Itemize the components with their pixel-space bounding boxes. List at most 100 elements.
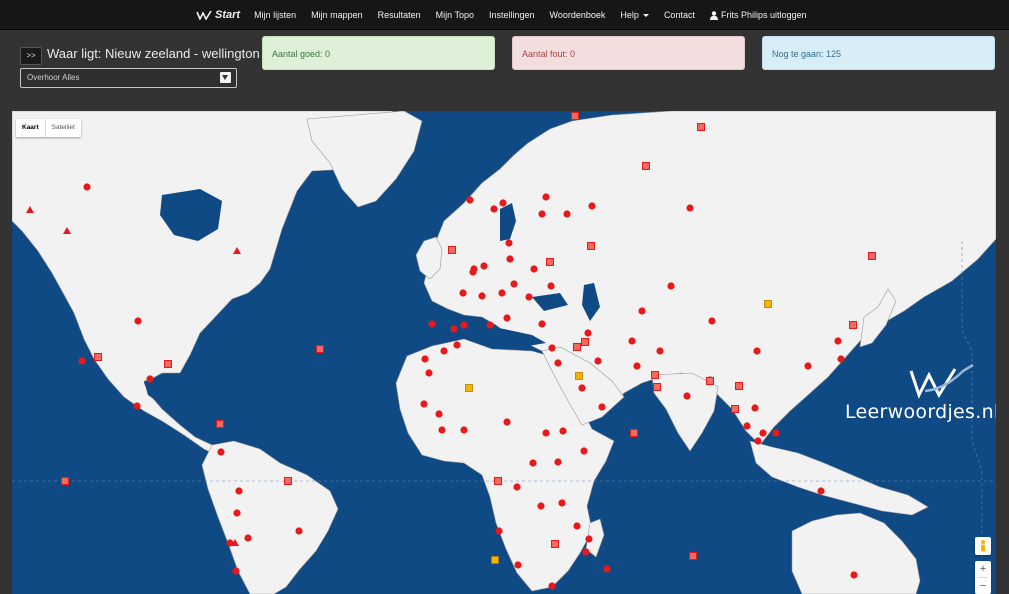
island-marker-square[interactable] (551, 540, 559, 548)
island-marker-square[interactable] (581, 338, 589, 346)
city-marker-dot[interactable] (499, 199, 507, 207)
island-marker-square[interactable] (849, 321, 857, 329)
pegman-icon[interactable] (975, 537, 991, 555)
city-marker-dot[interactable] (598, 403, 606, 411)
city-marker-dot[interactable] (505, 239, 513, 247)
city-marker-dot[interactable] (538, 210, 546, 218)
nav-woordenboek[interactable]: Woordenboek (550, 10, 606, 20)
city-marker-dot[interactable] (83, 183, 91, 191)
island-marker-square[interactable] (868, 252, 876, 260)
next-question-button[interactable]: >> (20, 47, 42, 65)
nav-resultaten[interactable]: Resultaten (378, 10, 421, 20)
city-marker-dot[interactable] (525, 293, 533, 301)
city-marker-dot[interactable] (295, 527, 303, 535)
city-marker-dot[interactable] (506, 255, 514, 263)
city-marker-dot[interactable] (133, 402, 141, 410)
city-marker-dot[interactable] (529, 459, 537, 467)
city-marker-dot[interactable] (438, 426, 446, 434)
city-marker-dot[interactable] (513, 483, 521, 491)
answered-marker-square[interactable] (575, 372, 583, 380)
city-marker-dot[interactable] (460, 426, 468, 434)
city-marker-dot[interactable] (554, 458, 562, 466)
city-marker-dot[interactable] (603, 565, 611, 573)
city-marker-dot[interactable] (503, 314, 511, 322)
island-marker-square[interactable] (587, 242, 595, 250)
island-marker-square[interactable] (573, 343, 581, 351)
zoom-out-button[interactable]: − (975, 578, 991, 594)
city-marker-dot[interactable] (804, 362, 812, 370)
island-marker-square[interactable] (94, 353, 102, 361)
nav-user-logout[interactable]: Frits Philips uitloggen (709, 10, 807, 20)
city-marker-dot[interactable] (233, 509, 241, 517)
nav-mijn-lijsten[interactable]: Mijn lijsten (254, 10, 296, 20)
city-marker-dot[interactable] (817, 487, 825, 495)
city-marker-dot[interactable] (578, 384, 586, 392)
city-marker-dot[interactable] (537, 502, 545, 510)
island-marker-square[interactable] (164, 360, 172, 368)
city-marker-dot[interactable] (588, 202, 596, 210)
city-marker-dot[interactable] (466, 196, 474, 204)
city-marker-dot[interactable] (656, 347, 664, 355)
city-marker-dot[interactable] (450, 325, 458, 333)
city-marker-dot[interactable] (486, 321, 494, 329)
island-marker-square[interactable] (731, 405, 739, 413)
nav-start[interactable]: Start (196, 9, 240, 21)
city-marker-dot[interactable] (753, 347, 761, 355)
island-marker-square[interactable] (216, 420, 224, 428)
city-marker-dot[interactable] (751, 404, 759, 412)
island-marker-square[interactable] (494, 477, 502, 485)
city-marker-dot[interactable] (244, 534, 252, 542)
nav-mijn-topo[interactable]: Mijn Topo (436, 10, 474, 20)
city-marker-dot[interactable] (510, 280, 518, 288)
city-marker-dot[interactable] (453, 341, 461, 349)
city-marker-dot[interactable] (542, 429, 550, 437)
city-marker-dot[interactable] (683, 392, 691, 400)
city-marker-dot[interactable] (490, 205, 498, 213)
city-marker-dot[interactable] (480, 262, 488, 270)
city-marker-dot[interactable] (837, 355, 845, 363)
map-type-kaart-button[interactable]: Kaart (16, 119, 45, 137)
city-marker-dot[interactable] (638, 307, 646, 315)
city-marker-dot[interactable] (686, 204, 694, 212)
city-marker-dot[interactable] (584, 329, 592, 337)
island-marker-square[interactable] (630, 429, 638, 437)
city-marker-dot[interactable] (542, 193, 550, 201)
city-marker-dot[interactable] (582, 548, 590, 556)
city-marker-dot[interactable] (459, 289, 467, 297)
city-marker-dot[interactable] (563, 210, 571, 218)
answered-marker-square[interactable] (764, 300, 772, 308)
city-marker-dot[interactable] (146, 375, 154, 383)
map-type-satellite-button[interactable]: Satelliet (46, 119, 81, 137)
island-marker-square[interactable] (642, 162, 650, 170)
city-marker-dot[interactable] (759, 429, 767, 437)
city-marker-dot[interactable] (78, 357, 86, 365)
island-marker-square[interactable] (697, 123, 705, 131)
city-marker-dot[interactable] (538, 320, 546, 328)
island-marker-square[interactable] (571, 112, 579, 120)
city-marker-dot[interactable] (235, 487, 243, 495)
city-marker-dot[interactable] (580, 447, 588, 455)
city-marker-dot[interactable] (435, 410, 443, 418)
map-canvas[interactable] (12, 111, 996, 594)
city-marker-dot[interactable] (514, 561, 522, 569)
city-marker-dot[interactable] (633, 362, 641, 370)
city-marker-dot[interactable] (478, 292, 486, 300)
island-marker-square[interactable] (653, 383, 661, 391)
answered-marker-square[interactable] (465, 384, 473, 392)
city-marker-dot[interactable] (420, 400, 428, 408)
city-marker-dot[interactable] (573, 522, 581, 530)
nav-contact[interactable]: Contact (664, 10, 695, 20)
city-marker-dot[interactable] (559, 427, 567, 435)
city-marker-dot[interactable] (232, 567, 240, 575)
city-marker-dot[interactable] (428, 320, 436, 328)
city-marker-dot[interactable] (667, 282, 675, 290)
city-marker-dot[interactable] (754, 437, 762, 445)
city-marker-dot[interactable] (772, 429, 780, 437)
zoom-in-button[interactable]: + (975, 561, 991, 577)
city-marker-dot[interactable] (498, 289, 506, 297)
city-marker-dot[interactable] (217, 448, 225, 456)
city-marker-dot[interactable] (503, 418, 511, 426)
city-marker-dot[interactable] (594, 357, 602, 365)
city-marker-dot[interactable] (743, 422, 751, 430)
island-marker-square[interactable] (689, 552, 697, 560)
